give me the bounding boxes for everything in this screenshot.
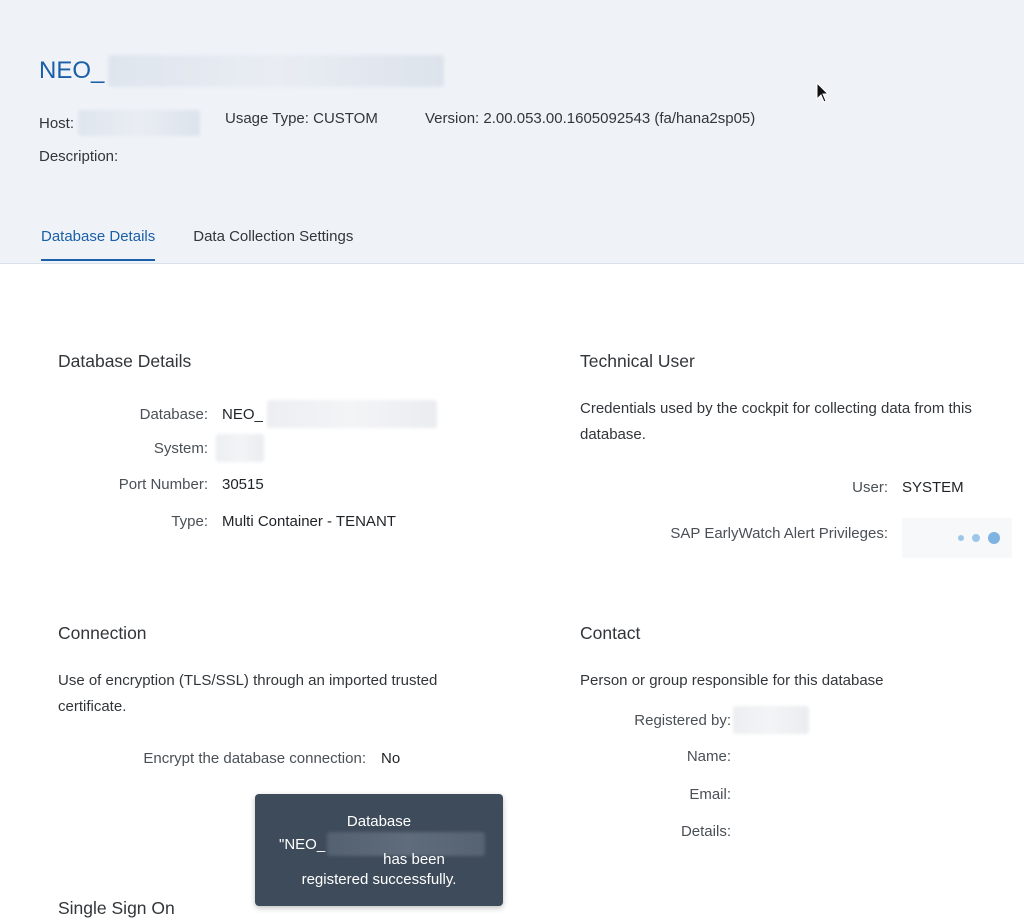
database-label: Database: [139,405,208,423]
busy-dot-icon [958,535,964,541]
email-label: Email: [689,786,731,803]
registered-by-label: Registered by: [634,711,731,729]
redacted-registered-by [733,706,809,734]
user-value: SYSTEM [902,479,964,496]
encrypt-label: Encrypt the database connection: [143,750,366,767]
success-toast: Database "NEO_ has been registered succe… [255,794,503,906]
port-value: 30515 [222,476,264,493]
mouse-cursor-icon [816,82,830,103]
database-field: Database: NEO_ [58,400,437,428]
technical-user-desc-line2: database. [580,426,646,443]
ewa-privileges-field: SAP EarlyWatch Alert Privileges: [600,525,888,542]
toast-line3: has been [383,851,445,868]
toast-line2-prefix: "NEO_ [279,835,326,853]
ewa-privileges-label: SAP EarlyWatch Alert Privileges: [670,525,888,542]
name-label: Name: [686,748,731,765]
contact-description: Person or group responsible for this dat… [580,672,884,689]
encrypt-value: No [381,750,401,767]
tab-data-collection-settings[interactable]: Data Collection Settings [193,228,353,261]
redacted-title [108,55,445,87]
toast-line1: Database [346,813,412,830]
database-details-title: Database Details [58,351,192,371]
type-label: Type: [171,513,208,530]
busy-dot-icon [988,532,1000,544]
user-field: User: SYSTEM [700,479,964,496]
title-prefix: NEO_ [39,57,105,84]
redacted-system [216,434,264,462]
type-value: Multi Container - TENANT [222,513,396,530]
host-field: Host: [39,110,201,136]
registered-by-field: Registered by: [580,706,809,734]
redacted-database [266,400,437,428]
technical-user-title: Technical User [580,351,695,371]
type-field: Type: Multi Container - TENANT [58,513,396,530]
encrypt-field: Encrypt the database connection: No [58,750,400,767]
name-field: Name: [580,748,731,765]
details-label: Details: [680,823,731,840]
technical-user-desc-line1: Credentials used by the cockpit for coll… [580,400,972,417]
version-text: Version: 2.00.053.00.1605092543 (fa/hana… [425,110,756,127]
single-sign-on-title: Single Sign On [58,898,175,918]
connection-desc-line2: certificate. [58,698,127,715]
description-label: Description: [39,148,119,165]
technical-user-description: Credentials used by the cockpit for coll… [580,396,972,448]
database-value: NEO_ [222,405,263,423]
usage-type-text: Usage Type: CUSTOM [225,110,378,127]
object-header: NEO_ Host: Usage Type: CUSTOM Version: 2… [0,0,1024,264]
system-field: System: [58,434,264,462]
redacted-host [78,110,201,136]
user-label: User: [852,479,888,496]
busy-dot-icon [972,534,980,542]
busy-indicator [902,518,1012,558]
port-field: Port Number: 30515 [58,476,264,493]
toast-line4: registered successfully. [301,871,457,888]
tab-database-details[interactable]: Database Details [41,228,156,261]
connection-title: Connection [58,623,147,643]
usage-type: Usage Type: CUSTOM [225,110,378,127]
port-label: Port Number: [118,476,208,493]
system-label: System: [153,439,208,457]
tab-bar: Database Details Data Collection Setting… [41,228,353,261]
host-label: Host: [39,114,75,132]
email-field: Email: [580,786,731,803]
details-field: Details: [580,823,731,840]
connection-desc-line1: Use of encryption (TLS/SSL) through an i… [58,672,438,689]
contact-title: Contact [580,623,641,643]
page-title: NEO_ [39,55,445,87]
connection-description: Use of encryption (TLS/SSL) through an i… [58,668,437,720]
version: Version: 2.00.053.00.1605092543 (fa/hana… [425,110,755,127]
